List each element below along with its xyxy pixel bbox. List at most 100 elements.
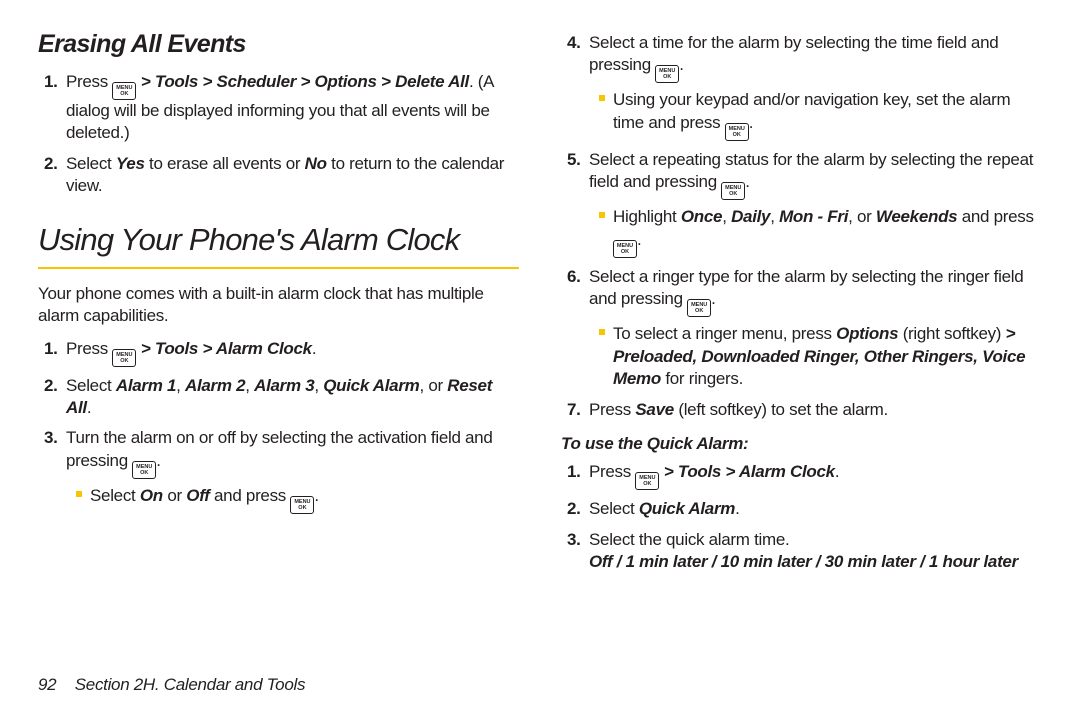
- sub-list: Using your keypad and/or navigation key,…: [589, 89, 1042, 140]
- text: .: [679, 55, 683, 74]
- text: ,: [176, 376, 185, 395]
- option: Off: [186, 486, 209, 505]
- alarm-step-7: Press Save (left softkey) to set the ala…: [585, 399, 1042, 421]
- text: , or: [848, 207, 876, 226]
- alarm-steps-list-right: Select a time for the alarm by selecting…: [561, 32, 1042, 421]
- quick-step-3: Select the quick alarm time. Off / 1 min…: [585, 529, 1042, 574]
- text: ,: [770, 207, 779, 226]
- menu-ok-icon: MENUOK: [132, 461, 156, 479]
- text: Select: [66, 154, 116, 173]
- text: .: [735, 499, 739, 518]
- menu-ok-icon: MENUOK: [655, 65, 679, 83]
- text: Turn the alarm on or off by selecting th…: [66, 428, 493, 469]
- section-label: Section 2H. Calendar and Tools: [75, 675, 305, 694]
- text: Select: [589, 499, 639, 518]
- menu-ok-icon: MENUOK: [613, 240, 637, 258]
- sub-item: To select a ringer menu, press Options (…: [599, 323, 1042, 390]
- heading-quick-alarm: To use the Quick Alarm:: [561, 433, 1042, 455]
- alarm-step-3: Turn the alarm on or off by selecting th…: [62, 427, 519, 513]
- quick-step-2: Select Quick Alarm.: [585, 498, 1042, 520]
- text: and press: [957, 207, 1033, 226]
- text: .: [156, 451, 160, 470]
- text: .: [637, 230, 641, 249]
- menu-path: > Tools > Alarm Clock: [136, 339, 311, 358]
- text: .: [312, 339, 316, 358]
- text: Select: [90, 486, 140, 505]
- text: .: [314, 486, 318, 505]
- right-column: Select a time for the alarm by selecting…: [561, 28, 1042, 586]
- sub-item: Using your keypad and/or navigation key,…: [599, 89, 1042, 140]
- option: Once: [681, 207, 722, 226]
- option: Alarm 1: [116, 376, 176, 395]
- option: On: [140, 486, 163, 505]
- option: Quick Alarm: [323, 376, 419, 395]
- text: Using your keypad and/or navigation key,…: [613, 90, 1010, 131]
- menu-ok-icon: MENUOK: [721, 182, 745, 200]
- option-yes: Yes: [116, 154, 145, 173]
- menu-path: > Tools > Scheduler > Options > Delete A…: [136, 72, 469, 91]
- text: Press: [589, 462, 635, 481]
- menu-path: > Tools > Alarm Clock: [659, 462, 834, 481]
- text: Press: [66, 339, 112, 358]
- alarm-step-6: Select a ringer type for the alarm by se…: [585, 266, 1042, 391]
- sub-item: Select On or Off and press MENUOK.: [76, 485, 519, 514]
- page-columns: Erasing All Events Press MENUOK > Tools …: [38, 28, 1042, 586]
- sub-list: To select a ringer menu, press Options (…: [589, 323, 1042, 390]
- text: Select a time for the alarm by selecting…: [589, 33, 998, 74]
- erase-step-1: Press MENUOK > Tools > Scheduler > Optio…: [62, 71, 519, 145]
- text: Select a repeating status for the alarm …: [589, 150, 1033, 191]
- page-number: 92: [38, 675, 56, 694]
- alarm-step-4: Select a time for the alarm by selecting…: [585, 32, 1042, 141]
- text: .: [745, 172, 749, 191]
- alarm-step-5: Select a repeating status for the alarm …: [585, 149, 1042, 258]
- option: Alarm 3: [254, 376, 314, 395]
- text: Select a ringer type for the alarm by se…: [589, 267, 1023, 308]
- menu-ok-icon: MENUOK: [112, 349, 136, 367]
- menu-ok-icon: MENUOK: [290, 496, 314, 514]
- text: Select: [66, 376, 116, 395]
- text: or: [163, 486, 186, 505]
- page-footer: 92 Section 2H. Calendar and Tools: [38, 674, 305, 696]
- text: ,: [314, 376, 323, 395]
- option: Alarm 2: [185, 376, 245, 395]
- text: , or: [419, 376, 447, 395]
- text: Highlight: [613, 207, 681, 226]
- menu-ok-icon: MENUOK: [635, 472, 659, 490]
- erase-steps-list: Press MENUOK > Tools > Scheduler > Optio…: [38, 71, 519, 198]
- text: Press: [589, 400, 635, 419]
- text: (right softkey): [898, 324, 1005, 343]
- text: ,: [245, 376, 254, 395]
- left-column: Erasing All Events Press MENUOK > Tools …: [38, 28, 519, 586]
- option: Mon - Fri: [779, 207, 848, 226]
- sub-item: Highlight Once, Daily, Mon - Fri, or Wee…: [599, 206, 1042, 257]
- menu-ok-icon: MENUOK: [687, 299, 711, 317]
- text: (left softkey) to set the alarm.: [674, 400, 888, 419]
- option: Options: [836, 324, 898, 343]
- text: .: [749, 113, 753, 132]
- alarm-steps-list-left: Press MENUOK > Tools > Alarm Clock. Sele…: [38, 338, 519, 514]
- heading-erasing-all-events: Erasing All Events: [38, 28, 519, 61]
- alarm-step-2: Select Alarm 1, Alarm 2, Alarm 3, Quick …: [62, 375, 519, 420]
- option: Weekends: [876, 207, 957, 226]
- sub-list: Highlight Once, Daily, Mon - Fri, or Wee…: [589, 206, 1042, 257]
- option-no: No: [305, 154, 327, 173]
- text: .: [835, 462, 839, 481]
- menu-ok-icon: MENUOK: [725, 123, 749, 141]
- erase-step-2: Select Yes to erase all events or No to …: [62, 153, 519, 198]
- text: To select a ringer menu, press: [613, 324, 836, 343]
- option: Quick Alarm: [639, 499, 735, 518]
- text: .: [711, 289, 715, 308]
- text: .: [87, 398, 91, 417]
- text: ,: [722, 207, 731, 226]
- alarm-step-1: Press MENUOK > Tools > Alarm Clock.: [62, 338, 519, 367]
- quick-alarm-steps: Press MENUOK > Tools > Alarm Clock. Sele…: [561, 461, 1042, 573]
- sub-list: Select On or Off and press MENUOK.: [66, 485, 519, 514]
- text: for ringers.: [661, 369, 743, 388]
- heading-using-alarm-clock: Using Your Phone's Alarm Clock: [38, 220, 519, 269]
- option-save: Save: [635, 400, 674, 419]
- alarm-intro: Your phone comes with a built-in alarm c…: [38, 283, 519, 328]
- text: and press: [210, 486, 291, 505]
- text: Select the quick alarm time.: [589, 530, 789, 549]
- text: Press: [66, 72, 112, 91]
- option: Daily: [731, 207, 770, 226]
